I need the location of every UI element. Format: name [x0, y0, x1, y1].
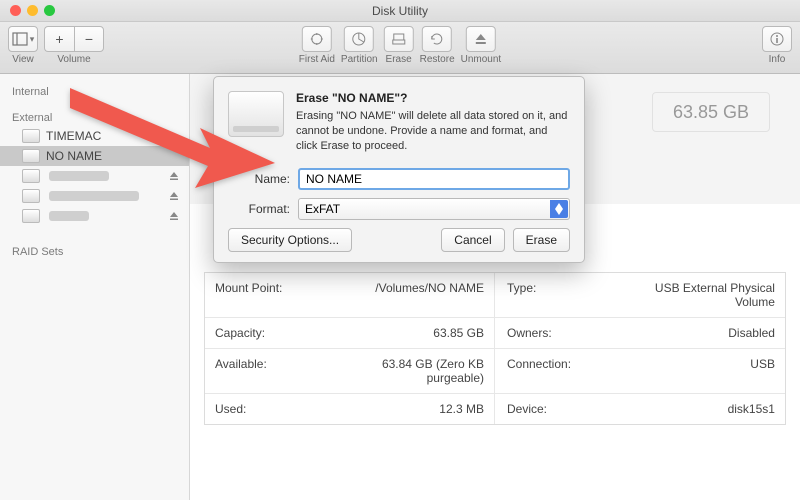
- info-button[interactable]: [762, 26, 792, 52]
- button-label: Cancel: [454, 233, 491, 247]
- sidebar-item-timemac[interactable]: TIMEMAC: [0, 126, 189, 146]
- table-row: Available: 63.84 GB (Zero KB purgeable) …: [205, 349, 785, 394]
- first-aid-icon: [309, 31, 325, 47]
- partition-button[interactable]: [344, 26, 374, 52]
- erase-confirm-button[interactable]: Erase: [513, 228, 570, 252]
- drive-icon: [22, 209, 40, 223]
- drive-large-icon: [228, 91, 284, 137]
- restore-button[interactable]: [422, 26, 452, 52]
- detail-key: Owners:: [495, 318, 623, 348]
- sidebar-item-no-name[interactable]: NO NAME: [0, 146, 189, 166]
- toolbar-label: Partition: [341, 54, 378, 65]
- sidebar-item-label: TIMEMAC: [46, 129, 101, 143]
- partition-icon: [351, 31, 367, 47]
- plus-icon: +: [55, 31, 63, 47]
- sidebar-item[interactable]: [0, 166, 189, 186]
- sidebar-item[interactable]: [0, 186, 189, 206]
- drive-icon: [22, 129, 40, 143]
- security-options-button[interactable]: Security Options...: [228, 228, 352, 252]
- drive-icon: [22, 169, 40, 183]
- drive-icon: [22, 149, 40, 163]
- volume-group: + − Volume: [44, 26, 104, 65]
- toolbar: ▾ View + − Volume First Aid Partition Er…: [0, 22, 800, 74]
- detail-value: /Volumes/NO NAME: [344, 273, 495, 317]
- dialog-body: Erasing "NO NAME" will delete all data s…: [296, 109, 570, 154]
- sidebar-header-external: External: [0, 106, 189, 126]
- detail-value: 63.85 GB: [344, 318, 495, 348]
- table-row: Capacity: 63.85 GB Owners: Disabled: [205, 318, 785, 349]
- redacted-label: [49, 211, 89, 221]
- format-field-label: Format:: [228, 202, 290, 216]
- info-icon: [769, 31, 785, 47]
- name-field-label: Name:: [228, 172, 290, 186]
- toolbar-label: First Aid: [299, 54, 335, 65]
- sidebar-icon: [12, 31, 28, 47]
- drive-icon: [22, 189, 40, 203]
- view-sidebar-button[interactable]: ▾: [8, 26, 38, 52]
- redacted-label: [49, 171, 109, 181]
- window-titlebar: Disk Utility: [0, 0, 800, 22]
- detail-key: Mount Point:: [205, 273, 344, 317]
- toolbar-label: Erase: [386, 54, 412, 65]
- volume-details-table: Mount Point: /Volumes/NO NAME Type: USB …: [204, 272, 786, 425]
- toolbar-label: Volume: [57, 54, 90, 65]
- eject-icon[interactable]: [169, 210, 179, 224]
- restore-icon: [429, 31, 445, 47]
- toolbar-label: Info: [769, 54, 786, 65]
- eject-icon[interactable]: [169, 190, 179, 204]
- select-stepper-icon: [550, 200, 568, 218]
- button-label: Security Options...: [241, 233, 339, 247]
- toolbar-label: Unmount: [461, 54, 502, 65]
- dialog-title: Erase "NO NAME"?: [296, 91, 570, 105]
- detail-value: USB External Physical Volume: [623, 273, 785, 317]
- chevron-down-icon: ▾: [30, 34, 35, 45]
- window-title: Disk Utility: [0, 4, 800, 18]
- toolbar-label: View: [12, 54, 34, 65]
- erase-button[interactable]: [384, 26, 414, 52]
- table-row: Used: 12.3 MB Device: disk15s1: [205, 394, 785, 424]
- detail-value: 12.3 MB: [344, 394, 495, 424]
- erase-icon: [391, 31, 407, 47]
- format-select-value: ExFAT: [305, 202, 340, 216]
- minus-icon: −: [85, 31, 93, 47]
- volume-add-button[interactable]: +: [44, 26, 74, 52]
- name-input[interactable]: [298, 168, 570, 190]
- detail-key: Capacity:: [205, 318, 344, 348]
- detail-value: disk15s1: [623, 394, 785, 424]
- unmount-button[interactable]: [466, 26, 496, 52]
- sidebar: Internal External TIMEMAC NO NAME RAID S…: [0, 74, 190, 500]
- detail-value: USB: [623, 349, 785, 393]
- detail-key: Available:: [205, 349, 344, 393]
- format-select[interactable]: ExFAT: [298, 198, 570, 220]
- button-label: Erase: [526, 233, 557, 247]
- detail-value: Disabled: [623, 318, 785, 348]
- table-row: Mount Point: /Volumes/NO NAME Type: USB …: [205, 273, 785, 318]
- detail-key: Connection:: [495, 349, 623, 393]
- detail-value: 63.84 GB (Zero KB purgeable): [344, 349, 495, 393]
- toolbar-label: Restore: [420, 54, 455, 65]
- view-group: ▾ View: [8, 26, 38, 65]
- detail-key: Device:: [495, 394, 623, 424]
- cancel-button[interactable]: Cancel: [441, 228, 504, 252]
- sidebar-header-internal: Internal: [0, 80, 189, 100]
- eject-icon: [473, 31, 489, 47]
- erase-dialog: Erase "NO NAME"? Erasing "NO NAME" will …: [213, 76, 585, 263]
- detail-key: Type:: [495, 273, 623, 317]
- detail-key: Used:: [205, 394, 344, 424]
- first-aid-button[interactable]: [302, 26, 332, 52]
- sidebar-item-label: NO NAME: [46, 149, 102, 163]
- redacted-label: [49, 191, 139, 201]
- sidebar-item[interactable]: [0, 206, 189, 226]
- sidebar-header-raid: RAID Sets: [0, 240, 189, 260]
- volume-remove-button[interactable]: −: [74, 26, 104, 52]
- eject-icon[interactable]: [169, 170, 179, 184]
